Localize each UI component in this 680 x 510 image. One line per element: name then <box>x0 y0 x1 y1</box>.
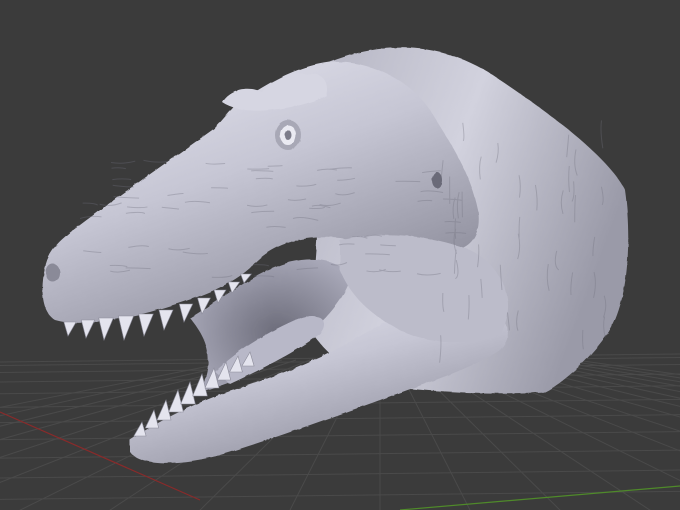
viewport-scene[interactable] <box>0 0 680 510</box>
grid-line <box>0 414 680 424</box>
tooth <box>158 309 174 331</box>
grid-line <box>0 431 680 441</box>
neck-fold <box>600 120 604 149</box>
skin-wrinkle <box>211 187 228 189</box>
skin-wrinkle <box>112 178 132 181</box>
skin-wrinkle <box>82 202 99 206</box>
tooth <box>138 313 154 337</box>
skin-wrinkle <box>143 159 168 163</box>
tooth <box>80 319 96 339</box>
tooth <box>63 321 77 337</box>
grid-line <box>0 490 680 500</box>
skin-wrinkle <box>112 184 134 188</box>
skin-wrinkle <box>247 168 270 170</box>
grid-line <box>0 469 680 479</box>
skin-wrinkle <box>110 160 136 164</box>
model-pupil <box>284 130 292 140</box>
skin-wrinkle <box>267 165 283 167</box>
tooth <box>98 317 114 341</box>
model-nostril <box>46 264 60 282</box>
skin-wrinkle <box>253 264 270 267</box>
tooth <box>178 303 194 323</box>
model-ear-hole <box>432 172 442 188</box>
neck-fold <box>454 218 457 239</box>
tooth <box>144 409 160 429</box>
tooth <box>118 315 135 341</box>
3d-viewport[interactable] <box>0 0 680 510</box>
skin-wrinkle <box>111 167 126 170</box>
y-axis-line <box>399 485 680 510</box>
